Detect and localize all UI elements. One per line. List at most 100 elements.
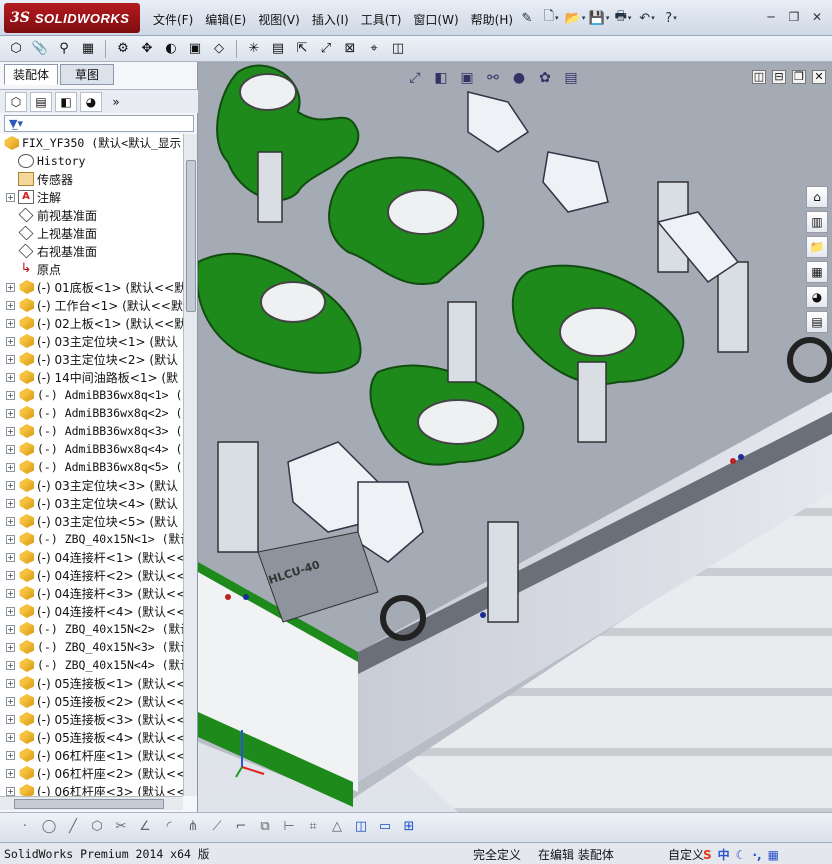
expand-toggle-icon[interactable]: + (6, 426, 15, 436)
angle-icon[interactable]: ∠ (136, 819, 154, 837)
tree-item[interactable]: + (-) AdmiBB36wx8q<1> (默 (6, 386, 183, 404)
menu-window[interactable]: 窗口(W) (408, 8, 465, 28)
expand-toggle-icon[interactable]: + (6, 354, 15, 364)
arc-icon[interactable]: ◜ (160, 819, 178, 837)
tree-item[interactable]: + (-) 06杠杆座<1> (默认<< (6, 746, 183, 764)
view-cube-icon[interactable]: ◫ (352, 819, 370, 837)
undo-icon[interactable]: ↶ ▾ (636, 7, 658, 29)
expand-toggle-icon[interactable]: + (6, 318, 15, 328)
tree-item[interactable]: + (-) AdmiBB36wx8q<5> (默 (6, 458, 183, 476)
custom-properties-icon[interactable]: ▤ (806, 311, 828, 333)
new-motion-study-icon[interactable]: ✳ (244, 39, 264, 59)
expand-toggle-icon[interactable]: + (6, 480, 15, 490)
point-icon[interactable]: · (16, 819, 34, 837)
tree-item[interactable]: + (-) 06杠杆座<2> (默认<< (6, 764, 183, 782)
print-icon[interactable]: 🖶 ▾ (612, 7, 634, 29)
tree-item[interactable]: + (-) AdmiBB36wx8q<2> (默 (6, 404, 183, 422)
tree-item[interactable]: 上视基准面 (18, 224, 97, 242)
triangle-icon[interactable]: △ (328, 819, 346, 837)
keyboard-icon[interactable]: ▦ (768, 848, 779, 862)
expand-toggle-icon[interactable]: + (6, 336, 15, 346)
restore-icon[interactable]: ❐ (792, 70, 806, 84)
corner-icon[interactable]: ⌐ (232, 819, 250, 837)
expand-toggle-icon[interactable]: + (6, 606, 15, 616)
property-manager-icon[interactable]: ▤ (30, 91, 52, 112)
appearance-icon[interactable]: ● (510, 70, 528, 86)
close-icon[interactable]: ✕ (812, 70, 826, 84)
scroll-thumb[interactable] (186, 160, 196, 312)
ime-chinese-mode[interactable]: 中 (718, 846, 730, 863)
help-icon[interactable]: ? ▾ (660, 7, 682, 29)
bill-of-materials-icon[interactable]: ▤ (268, 39, 288, 59)
expand-toggle-icon[interactable]: + (6, 462, 15, 472)
expand-toggle-icon[interactable]: + (6, 390, 15, 400)
insert-component-icon[interactable]: ⬡ (6, 39, 26, 59)
tree-item[interactable]: + (-) AdmiBB36wx8q<3> (默 (6, 422, 183, 440)
expand-toggle-icon[interactable]: + (6, 444, 15, 454)
menu-view[interactable]: 视图(V) (253, 8, 307, 28)
tree-item[interactable]: 前视基准面 (18, 206, 97, 224)
tree-item[interactable]: + (-) 05连接板<3> (默认<< (6, 710, 183, 728)
menu-tools[interactable]: 工具(T) (356, 8, 409, 28)
tree-item[interactable]: + (-) ZBQ_40x15N<1> (默认 (6, 530, 183, 548)
tree-item[interactable]: ↳ 原点 (18, 260, 61, 278)
expand-toggle-icon[interactable]: + (6, 192, 15, 202)
display-pane-icon[interactable]: ◫ (388, 39, 408, 59)
minimize-icon[interactable]: ─ (762, 8, 780, 26)
menu-insert[interactable]: 插入(I) (307, 8, 356, 28)
four-view-icon[interactable]: ⊞ (400, 819, 418, 837)
reference-geometry-icon[interactable]: ◇ (209, 39, 229, 59)
tree-item[interactable]: + (-) 03主定位块<3> (默认 (6, 476, 178, 494)
tree-item[interactable]: 右视基准面 (18, 242, 97, 260)
tree-item[interactable]: + (-) 04连接杆<1> (默认<< (6, 548, 183, 566)
tree-root[interactable]: FIX_YF350 (默认<默认_显示 (3, 134, 181, 152)
extend-icon[interactable]: ⟋ (208, 819, 226, 837)
expand-toggle-icon[interactable]: + (6, 786, 15, 796)
tree-item[interactable]: + (-) 14中间油路板<1> (默 (6, 368, 178, 386)
view-settings-icon[interactable]: ▤ (562, 70, 580, 86)
tree-item[interactable]: History (18, 152, 85, 170)
tree-item[interactable]: + (-) 工作台<1> (默认<<默 (6, 296, 183, 314)
display-style-icon[interactable]: ⚯ (484, 70, 502, 86)
restore-icon[interactable]: ❐ (785, 8, 803, 26)
home-icon[interactable]: ⌂ (806, 186, 828, 208)
tree-item[interactable]: + (-) 04连接杆<2> (默认<< (6, 566, 183, 584)
scene-icon[interactable]: ✿ (536, 70, 554, 86)
expand-toggle-icon[interactable]: + (6, 660, 15, 670)
move-component-icon[interactable]: ✥ (137, 39, 157, 59)
expand-toggle-icon[interactable]: + (6, 714, 15, 724)
mirror-icon[interactable]: ⋔ (184, 819, 202, 837)
paperclip-icon[interactable]: ⚲ (54, 39, 74, 59)
tree-item[interactable]: 传感器 (18, 170, 73, 188)
tree-item[interactable]: + A 注解 (6, 188, 61, 206)
tree-item[interactable]: + (-) ZBQ_40x15N<2> (默认 (6, 620, 183, 638)
grid-icon[interactable]: ⌗ (304, 819, 322, 837)
tree-item[interactable]: + (-) 05连接板<2> (默认<< (6, 692, 183, 710)
expand-toggle-icon[interactable]: + (6, 624, 15, 634)
explode-line-icon[interactable]: ⤢ (316, 39, 336, 59)
units-custom[interactable]: 自定义 (668, 846, 704, 863)
instant3d-icon[interactable]: ⌖ (364, 39, 384, 59)
expand-toggle-icon[interactable]: + (6, 732, 15, 742)
configuration-manager-icon[interactable]: ◧ (55, 91, 77, 112)
tree-item[interactable]: + (-) 03主定位块<4> (默认 (6, 494, 178, 512)
tree-item[interactable]: + (-) 01底板<1> (默认<<默 (6, 278, 183, 296)
offset-icon[interactable]: ⧉ (256, 819, 274, 837)
punctuation-icon[interactable]: ·, (752, 848, 761, 862)
appearances-icon[interactable]: ◕ (806, 286, 828, 308)
mate-icon[interactable]: 📎 (30, 39, 50, 59)
expand-arrow-icon[interactable]: » (105, 92, 127, 112)
expand-toggle-icon[interactable]: + (6, 516, 15, 526)
tree-item[interactable]: + (-) ZBQ_40x15N<4> (默认 (6, 656, 183, 674)
tree-item[interactable]: + (-) 03主定位块<5> (默认 (6, 512, 178, 530)
appearance-icon[interactable]: ◕ (80, 91, 102, 112)
expand-toggle-icon[interactable]: + (6, 678, 15, 688)
expand-toggle-icon[interactable]: + (6, 408, 15, 418)
graphics-area[interactable]: HLCU-40 ⤢ ◧ ▣ ⚯ ● ✿ ▤ ◫ ⊟ ❐ ✕ ⌂ ▥ 📁 ▦ ◕ … (198, 62, 832, 812)
polygon-icon[interactable]: ⬡ (88, 819, 106, 837)
filter-field[interactable]: ▼̲▾ (4, 115, 194, 132)
show-hidden-icon[interactable]: ◐ (161, 39, 181, 59)
tree-item[interactable]: + (-) 06杠杆座<3> (默认<< (6, 782, 183, 796)
view-orientation-icon[interactable]: ▣ (458, 70, 476, 86)
expand-toggle-icon[interactable]: + (6, 300, 15, 310)
